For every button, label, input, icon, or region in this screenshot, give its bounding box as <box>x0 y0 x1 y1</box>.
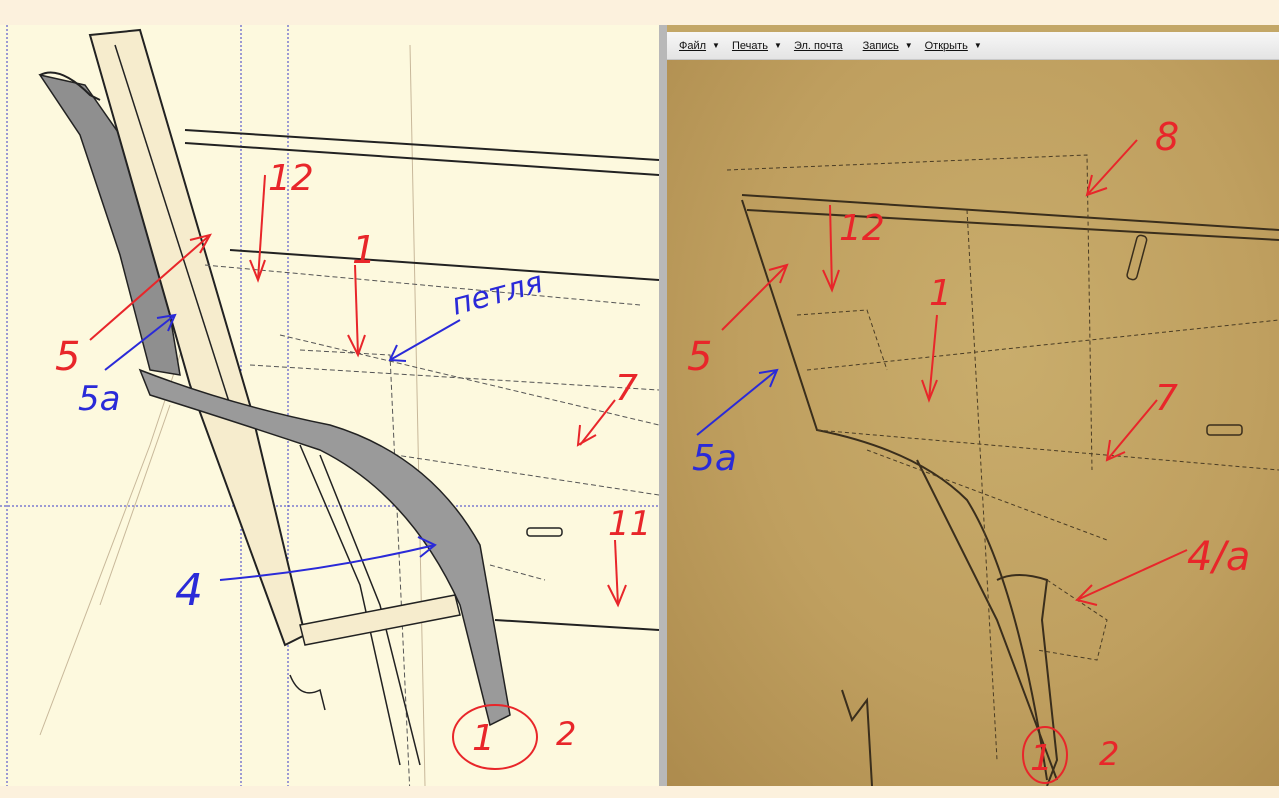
label-5: 5 <box>55 334 80 380</box>
photo-arrow-4a-shaft <box>1076 549 1188 601</box>
menu-record-label: Запись <box>862 39 899 52</box>
deck-line-3 <box>229 249 659 281</box>
photo-dashed-line <box>806 319 1279 371</box>
photo-label-5: 5 <box>687 334 712 380</box>
photo-label-1-circled: 1 <box>1030 738 1053 779</box>
photo-slot-2 <box>1206 424 1243 436</box>
label-petlya: петля <box>448 265 547 323</box>
photo-label-7: 7 <box>1155 378 1178 419</box>
pane-divider[interactable] <box>659 25 667 786</box>
label-5a: 5a <box>78 379 120 419</box>
menu-email[interactable]: Эл. почта <box>794 40 843 52</box>
arrow-11-shaft <box>614 539 619 606</box>
viewer-toolbar: Файл ▼ Печать ▼ Эл. почта Запись ▼ Откры… <box>667 32 1279 60</box>
bottom-strip <box>0 786 1279 798</box>
deck-line-2 <box>184 142 659 176</box>
photo-viewer-pane: Файл ▼ Печать ▼ Эл. почта Запись ▼ Откры… <box>667 25 1279 786</box>
dashed-line <box>279 334 659 426</box>
slot-shape <box>526 527 563 537</box>
photo-label-12: 12 <box>839 208 885 249</box>
dashed-line <box>249 364 659 391</box>
photo-dashed-line <box>726 154 1093 471</box>
construction-line <box>99 404 171 606</box>
photo-label-2: 2 <box>1099 735 1119 773</box>
photo-arrow-12-shaft <box>829 204 833 291</box>
deck-line-4 <box>494 619 659 631</box>
top-strip <box>0 0 1279 25</box>
photo-image: 8 12 1 5 5a 7 4/a 1 2 <box>667 60 1279 786</box>
chevron-down-icon: ▼ <box>904 41 913 50</box>
menu-email-label: Эл. почта <box>793 39 843 52</box>
dashed-line <box>489 564 546 581</box>
menu-print-label: Печать <box>731 39 769 52</box>
menu-open-label: Открыть <box>924 39 968 52</box>
photo-label-4a: 4/a <box>1187 534 1250 580</box>
label-1-circled: 1 <box>472 718 495 759</box>
dashed-line <box>204 264 641 306</box>
main-plank <box>88 28 307 647</box>
menu-print[interactable]: Печать ▼ <box>732 40 782 52</box>
photo-arrow-5-shaft <box>721 264 788 331</box>
left-drawing-canvas: 12 1 петля 5 5a 7 11 4 1 2 <box>0 25 659 786</box>
construction-line <box>409 44 426 786</box>
left-drawing-pane: 12 1 петля 5 5a 7 11 4 1 2 <box>0 25 659 786</box>
photo-dashed-line <box>796 309 888 371</box>
menu-file[interactable]: Файл ▼ <box>679 40 720 52</box>
photo-stem-curve <box>741 199 1048 781</box>
deck-line-1 <box>184 129 659 161</box>
chevron-down-icon: ▼ <box>973 41 982 50</box>
chevron-down-icon: ▼ <box>712 41 720 50</box>
chevron-down-icon: ▼ <box>774 41 782 50</box>
photo-knee-line <box>916 459 1058 781</box>
label-11: 11 <box>608 504 651 544</box>
cross-beam <box>299 594 461 646</box>
label-2: 2 <box>556 715 576 753</box>
photo-label-8: 8 <box>1155 115 1179 159</box>
photo-canvas: 8 12 1 5 5a 7 4/a 1 2 <box>687 115 1279 786</box>
menu-open[interactable]: Открыть ▼ <box>925 40 982 52</box>
photo-dashed-line <box>966 209 998 761</box>
menu-record[interactable]: Запись ▼ <box>863 40 913 52</box>
photo-arrow-8-shaft <box>1086 139 1138 196</box>
arrow-7-shaft <box>579 399 616 446</box>
photo-arrow-1-shaft <box>928 314 938 401</box>
photo-arrow-7-shaft <box>1106 399 1158 461</box>
label-1: 1 <box>352 228 376 272</box>
photo-slot <box>1126 234 1148 281</box>
photo-dashed-line <box>866 449 1108 541</box>
knee-piece <box>138 368 511 727</box>
photo-label-5a: 5a <box>692 438 737 479</box>
photo-notch <box>841 689 873 786</box>
label-4: 4 <box>175 565 203 616</box>
arrow-petlya-shaft <box>389 319 461 361</box>
label-12: 12 <box>268 158 314 199</box>
notch-curve <box>289 674 326 711</box>
photo-label-1: 1 <box>929 273 952 314</box>
label-7: 7 <box>615 368 638 409</box>
menu-file-label: Файл <box>679 39 707 52</box>
